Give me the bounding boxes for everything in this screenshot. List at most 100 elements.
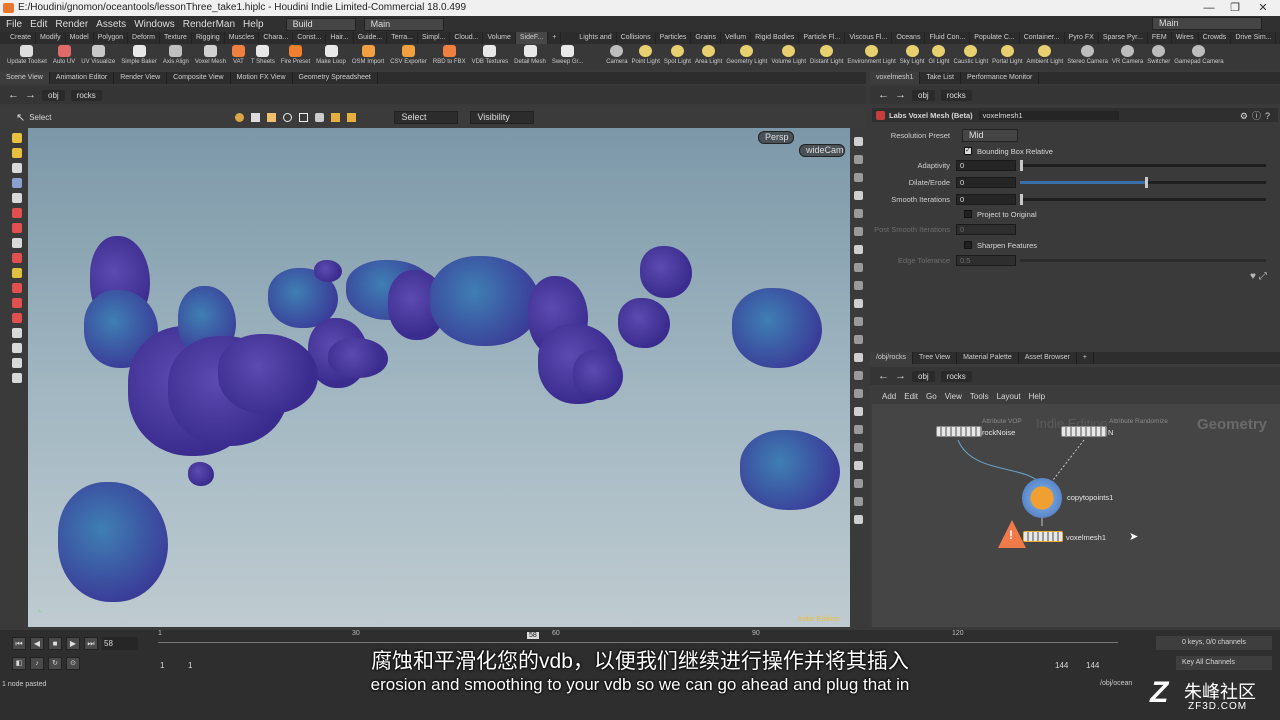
shelf-tab[interactable]: Terra... [387,32,419,44]
menu-render[interactable]: Render [55,19,88,30]
shelf-tab[interactable]: Vellum [721,32,752,44]
net-path-rocks[interactable]: rocks [940,370,972,382]
right-tool-icon[interactable] [853,371,863,380]
tab-tree-view[interactable]: Tree View [913,352,958,364]
shelf-tab[interactable]: Simpl... [418,32,451,44]
net-path-obj[interactable]: obj [912,370,935,382]
path-rocks[interactable]: rocks [70,89,102,101]
left-tool-icon[interactable] [12,343,22,353]
right-tool-icon[interactable] [853,209,863,218]
left-tool-icon[interactable] [12,178,22,188]
shelf-tab[interactable]: Texture [160,32,192,44]
shelf-tool[interactable]: VAT [229,44,248,70]
current-frame-marker[interactable]: 58 [527,632,539,639]
shelf-tab[interactable]: Const... [293,32,327,44]
shelf-tool[interactable]: Camera [604,44,629,70]
right-tool-icon[interactable] [853,335,863,344]
shelf-tab[interactable]: Rigid Bodies [751,32,800,44]
tab-take-list[interactable]: Take List [920,72,961,84]
shelf-tool[interactable]: Sweep Gr... [549,44,586,70]
shelf-tab[interactable]: Lights and [575,32,617,44]
run-main-dropdown[interactable]: Main [363,17,444,31]
left-pane-tab[interactable]: Geometry Spreadsheet [293,72,378,84]
net-menu-layout[interactable]: Layout [997,392,1021,401]
right-main-dropdown[interactable]: Main [1152,17,1262,30]
add-shelf-tab-icon[interactable]: + [548,32,562,44]
left-tool-icon[interactable] [12,283,22,293]
right-tool-icon[interactable] [853,443,863,452]
right-tool-icon[interactable] [853,227,863,236]
right-tool-icon[interactable] [853,353,863,362]
left-pane-tab[interactable]: Motion FX View [231,72,293,84]
shelf-tool[interactable]: Spot Light [662,44,693,70]
right-tool-icon[interactable] [853,173,863,182]
maximize-button[interactable]: ❐ [1222,0,1248,16]
left-tool-icon[interactable] [12,253,22,263]
shelf-tool[interactable]: Auto UV [50,44,78,70]
smooth-knob[interactable] [1020,193,1023,205]
shelf-tool[interactable]: Detail Mesh [511,44,549,70]
shelf-tool[interactable]: Gamepad Camera [1172,44,1225,70]
shelf-tool[interactable]: VR Camera [1110,44,1145,70]
shelf-tab[interactable]: Modify [36,32,66,44]
object-mode-icon[interactable] [235,112,245,122]
shelf-tool[interactable]: VDB Textures [469,44,512,70]
right-tool-icon[interactable] [853,281,863,290]
menu-edit[interactable]: Edit [30,19,47,30]
right-tool-icon[interactable] [853,191,863,200]
resolution-preset-dropdown[interactable]: Mid [962,128,1018,142]
left-tool-icon[interactable] [12,358,22,368]
shelf-tool[interactable]: T Sheets [248,44,278,70]
right-tool-icon[interactable] [853,245,863,254]
shelf-tool[interactable]: Simple Baker [118,44,160,70]
edge-mode-icon[interactable] [283,112,293,122]
left-tool-icon[interactable] [12,328,22,338]
net-back-icon[interactable]: ← [878,370,889,382]
right-tool-icon[interactable] [853,317,863,326]
param-back-icon[interactable]: ← [878,89,889,101]
3d-viewport[interactable]: Persp wideCam Indie Edition ⌞ [28,128,850,627]
paint-select-icon[interactable] [331,112,341,122]
randomize-node[interactable] [1061,426,1107,437]
left-tool-icon[interactable] [12,298,22,308]
menu-assets[interactable]: Assets [96,19,126,30]
net-forward-icon[interactable]: → [895,370,906,382]
shelf-tab[interactable]: Container... [1020,32,1065,44]
shelf-tool[interactable]: Volume Light [769,44,808,70]
menu-help[interactable]: Help [243,19,264,30]
left-tool-icon[interactable] [12,208,22,218]
right-tool-icon[interactable] [853,137,863,146]
bbox-relative-checkbox[interactable]: ✓ [964,147,972,155]
minimize-button[interactable]: — [1196,0,1222,16]
lasso-select-icon[interactable] [315,112,325,122]
shelf-tab[interactable]: Guide... [354,32,388,44]
left-tool-icon[interactable] [12,268,22,278]
path-obj[interactable]: obj [42,89,65,101]
param-forward-icon[interactable]: → [895,89,906,101]
param-path-rocks[interactable]: rocks [940,89,972,101]
shelf-tab[interactable]: Hair... [326,32,354,44]
shelf-tab[interactable]: SideF... [515,32,549,44]
shelf-tab[interactable]: Polygon [94,32,129,44]
shelf-tool[interactable]: Point Light [630,44,662,70]
right-tool-icon[interactable] [853,461,863,470]
copytopoints-node[interactable] [1022,478,1062,518]
left-pane-tab[interactable]: Render View [114,72,168,84]
forward-arrow-icon[interactable]: → [25,89,36,101]
close-button[interactable]: ✕ [1250,0,1276,16]
right-tool-icon[interactable] [853,389,863,398]
left-pane-tab[interactable]: Scene View [0,72,50,84]
left-pane-tab[interactable]: Animation Editor [50,72,115,84]
shelf-tool[interactable]: Update Toolset [4,44,50,70]
shelf-tab[interactable]: Deform [128,32,160,44]
smooth-slider[interactable] [1020,193,1266,205]
back-arrow-icon[interactable]: ← [8,89,19,101]
dilate-field[interactable]: 0 [956,176,1016,188]
net-menu-tools[interactable]: Tools [970,392,989,401]
shelf-tab[interactable]: Collisions [617,32,656,44]
shelf-tool[interactable]: Stereo Camera [1065,44,1110,70]
shelf-tool[interactable]: Switcher [1145,44,1172,70]
left-tool-icon[interactable] [12,148,22,158]
net-menu-add[interactable]: Add [882,392,896,401]
shelf-tool[interactable]: Sky Light [898,44,927,70]
